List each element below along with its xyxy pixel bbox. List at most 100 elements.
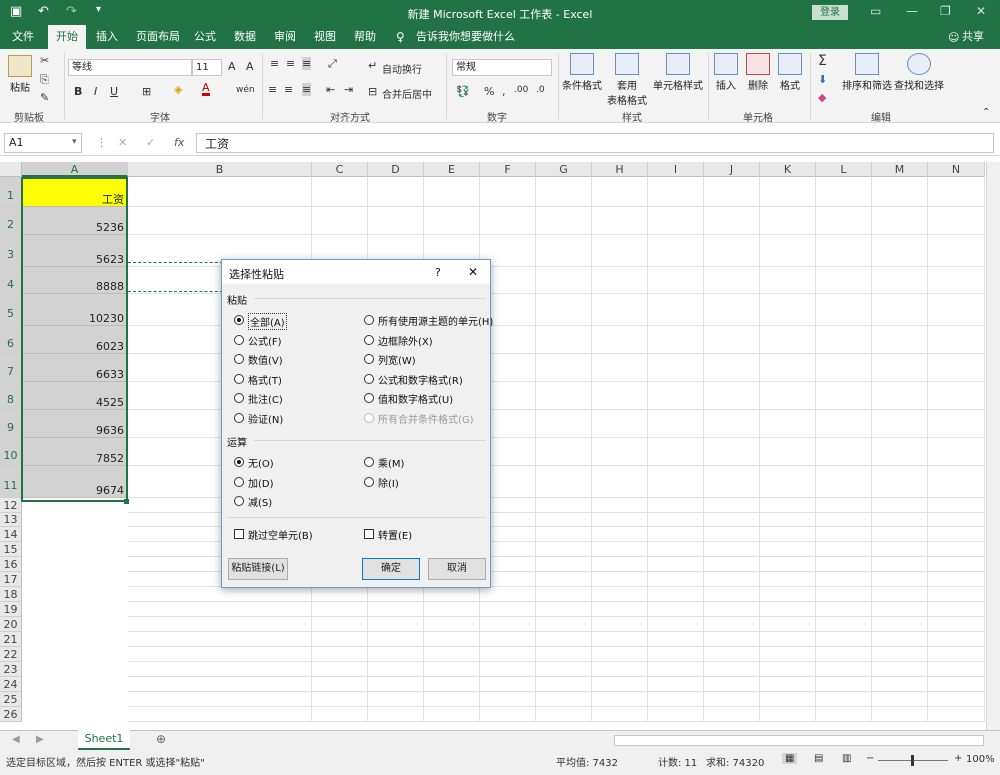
cell[interactable] xyxy=(592,542,648,557)
cell[interactable] xyxy=(424,617,480,632)
cell[interactable] xyxy=(648,354,704,382)
cell[interactable] xyxy=(480,602,536,617)
zoom-slider-thumb[interactable] xyxy=(911,755,914,766)
cell[interactable] xyxy=(648,294,704,326)
tab-review[interactable]: 审阅 xyxy=(266,25,304,49)
radio-op-multiply[interactable] xyxy=(364,457,374,467)
radio-column-widths[interactable] xyxy=(364,354,374,364)
cell[interactable] xyxy=(592,207,648,235)
cell[interactable] xyxy=(928,542,985,557)
cell[interactable] xyxy=(536,466,592,498)
radio-op-none[interactable] xyxy=(234,457,244,467)
cell[interactable] xyxy=(816,542,872,557)
cell[interactable] xyxy=(648,617,704,632)
copy-icon[interactable]: ⎘ xyxy=(40,73,49,87)
column-header[interactable]: L xyxy=(816,162,872,177)
cell[interactable] xyxy=(128,692,312,707)
cell[interactable] xyxy=(648,647,704,662)
cell[interactable] xyxy=(872,707,928,722)
row-header[interactable]: 9 xyxy=(0,410,22,438)
cell[interactable] xyxy=(816,513,872,527)
row-header[interactable]: 24 xyxy=(0,677,22,692)
cell[interactable] xyxy=(760,527,816,542)
cell[interactable] xyxy=(704,707,760,722)
row-header[interactable]: 25 xyxy=(0,692,22,707)
cell[interactable] xyxy=(928,207,985,235)
cell[interactable] xyxy=(312,707,368,722)
cell[interactable] xyxy=(368,677,424,692)
tab-help[interactable]: 帮助 xyxy=(346,25,384,49)
cell[interactable] xyxy=(704,294,760,326)
cell[interactable] xyxy=(872,207,928,235)
radio-validation[interactable] xyxy=(234,413,244,423)
clear-icon[interactable]: ◆ xyxy=(818,91,826,104)
cell[interactable] xyxy=(872,326,928,354)
tab-view[interactable]: 视图 xyxy=(306,25,344,49)
format-cells-button[interactable]: 格式 xyxy=(776,53,804,92)
cell[interactable] xyxy=(760,177,816,207)
cell[interactable] xyxy=(704,692,760,707)
cell[interactable] xyxy=(536,235,592,267)
cell[interactable] xyxy=(536,326,592,354)
row-header[interactable]: 13 xyxy=(0,513,22,527)
cell[interactable] xyxy=(760,587,816,602)
format-painter-icon[interactable]: ✎ xyxy=(40,91,49,104)
enter-entry-icon[interactable]: ✓ xyxy=(146,136,155,149)
cell[interactable] xyxy=(872,513,928,527)
cell[interactable] xyxy=(648,382,704,410)
row-header[interactable]: 18 xyxy=(0,587,22,602)
row-header[interactable]: 11 xyxy=(0,466,22,498)
data-cell[interactable]: 9674 xyxy=(22,466,127,498)
cell[interactable] xyxy=(704,632,760,647)
scroll-left-icon[interactable]: ◀ xyxy=(12,734,20,745)
cell[interactable] xyxy=(928,410,985,438)
cell[interactable] xyxy=(704,587,760,602)
column-header[interactable]: I xyxy=(648,162,704,177)
cell[interactable] xyxy=(536,527,592,542)
cell[interactable] xyxy=(760,498,816,513)
cell[interactable] xyxy=(760,692,816,707)
close-window-icon[interactable]: ✕ xyxy=(976,4,986,18)
cell[interactable] xyxy=(760,326,816,354)
cell[interactable] xyxy=(128,617,312,632)
cell[interactable] xyxy=(928,326,985,354)
cell[interactable] xyxy=(592,587,648,602)
cell[interactable] xyxy=(928,235,985,267)
cell[interactable] xyxy=(424,207,480,235)
cell[interactable] xyxy=(128,587,312,602)
tab-data[interactable]: 数据 xyxy=(226,25,264,49)
column-header[interactable]: F xyxy=(480,162,536,177)
spreadsheet-grid[interactable]: ABCDEFGHIJKLMN 1 2 3 4 5 6 7 8 9 10 11 12 13 14 15 16 17… xyxy=(0,162,985,730)
horizontal-scrollbar[interactable] xyxy=(614,735,984,746)
cell[interactable] xyxy=(816,632,872,647)
cell[interactable] xyxy=(480,617,536,632)
row-header[interactable]: 17 xyxy=(0,572,22,587)
normal-view-icon[interactable]: ▦ xyxy=(782,753,798,764)
cell[interactable] xyxy=(704,572,760,587)
cell[interactable] xyxy=(816,207,872,235)
cell[interactable] xyxy=(536,207,592,235)
cell[interactable] xyxy=(368,707,424,722)
cell[interactable] xyxy=(816,527,872,542)
merge-center-button[interactable]: 合并后居中 xyxy=(382,86,432,101)
column-header[interactable]: C xyxy=(312,162,368,177)
cell[interactable] xyxy=(592,410,648,438)
cell[interactable] xyxy=(536,632,592,647)
cell[interactable] xyxy=(872,410,928,438)
cell[interactable] xyxy=(704,513,760,527)
cell[interactable] xyxy=(648,662,704,677)
cell[interactable] xyxy=(536,294,592,326)
cell[interactable] xyxy=(760,647,816,662)
cell[interactable] xyxy=(424,632,480,647)
cell[interactable] xyxy=(648,707,704,722)
cell[interactable] xyxy=(760,557,816,572)
font-name-select[interactable]: 等线 xyxy=(68,59,192,76)
italic-icon[interactable]: I xyxy=(94,85,97,98)
login-button[interactable]: 登录 xyxy=(812,5,848,20)
cell[interactable] xyxy=(760,707,816,722)
cell[interactable] xyxy=(704,354,760,382)
cell[interactable] xyxy=(536,382,592,410)
cell[interactable] xyxy=(704,617,760,632)
radio-values-numbers[interactable] xyxy=(364,393,374,403)
cell[interactable] xyxy=(816,692,872,707)
